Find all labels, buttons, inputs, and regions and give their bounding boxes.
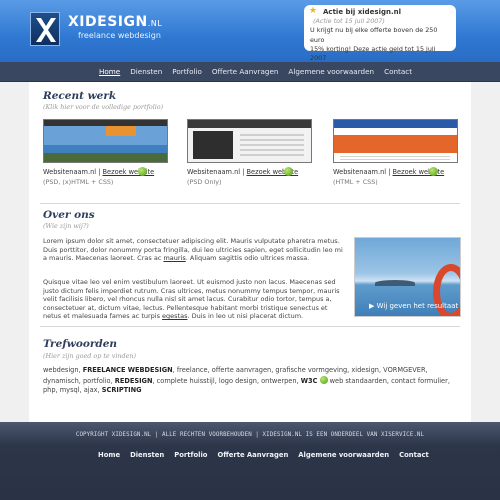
keywords-text: webdesign, FREELANCE WEBDESIGN, freelanc… bbox=[43, 366, 450, 395]
divider bbox=[40, 326, 460, 327]
about-title: Over ons bbox=[43, 209, 95, 221]
footer: COPYRIGHT XIDESIGN.NL | ALLE RECHTEN VOO… bbox=[0, 422, 500, 500]
content-panel: Recent werk (Klik hier voor de volledige… bbox=[29, 82, 471, 422]
go-icon[interactable] bbox=[138, 167, 147, 176]
footer-link-offerte[interactable]: Offerte Aanvragen bbox=[217, 451, 288, 459]
mauris-link[interactable]: mauris bbox=[163, 254, 185, 262]
about-paragraph-1: Lorem ipsum dolor sit amet, consectetuer… bbox=[43, 237, 343, 263]
footer-nav: Home Diensten Portfolio Offerte Aanvrage… bbox=[98, 451, 429, 459]
promo-title: Actie bij xidesign.nl bbox=[323, 8, 402, 16]
promo-line-1: U krijgt nu bij elke offerte boven de 25… bbox=[310, 26, 438, 44]
logo-icon[interactable] bbox=[30, 12, 60, 46]
go-icon[interactable] bbox=[284, 167, 293, 176]
promo-date: (Actie tot 15 juli 2007) bbox=[313, 17, 385, 26]
logo-title[interactable]: XIDESIGN.NL bbox=[68, 14, 162, 30]
nav-item-contact[interactable]: Contact bbox=[384, 67, 412, 76]
footer-link-voorwaarden[interactable]: Algemene voorwaarden bbox=[298, 451, 389, 459]
portfolio-caption-2: Websitenaam.nl | Bezoek website bbox=[187, 168, 299, 176]
nav-item-diensten[interactable]: Diensten bbox=[130, 67, 162, 76]
about-paragraph-2: Quisque vitae leo vel enim vestibulum la… bbox=[43, 278, 340, 321]
tags-title: Trefwoorden bbox=[43, 338, 118, 350]
nav-item-offerte[interactable]: Offerte Aanvragen bbox=[212, 67, 279, 76]
recent-subtitle[interactable]: (Klik hier voor de volledige portfolio) bbox=[43, 103, 163, 111]
portfolio-thumb-1[interactable] bbox=[43, 119, 168, 163]
portfolio-tech-1: (PSD, (x)HTML + CSS) bbox=[43, 178, 114, 186]
divider bbox=[40, 203, 460, 204]
logo-tagline: freelance webdesign bbox=[78, 31, 161, 40]
footer-link-home[interactable]: Home bbox=[98, 451, 120, 459]
nav-item-portfolio[interactable]: Portfolio bbox=[172, 67, 202, 76]
nav-item-voorwaarden[interactable]: Algemene voorwaarden bbox=[288, 67, 374, 76]
portfolio-tech-3: (HTML + CSS) bbox=[333, 178, 378, 186]
go-icon[interactable] bbox=[429, 167, 438, 176]
copyright-text: COPYRIGHT XIDESIGN.NL | ALLE RECHTEN VOO… bbox=[75, 432, 425, 438]
recent-title: Recent werk bbox=[43, 90, 117, 102]
star-icon: ★ bbox=[309, 6, 318, 16]
portfolio-tech-2: (PSD Only) bbox=[187, 178, 222, 186]
portfolio-thumb-2[interactable] bbox=[187, 119, 312, 163]
egestas-link[interactable]: egestas bbox=[162, 312, 187, 320]
portfolio-thumb-3[interactable] bbox=[333, 119, 458, 163]
nav-item-home[interactable]: Home bbox=[99, 67, 120, 76]
about-photo: ▶ Wij geven het resultaat bbox=[354, 237, 461, 317]
main-nav: Home Diensten Portfolio Offerte Aanvrage… bbox=[0, 62, 500, 82]
footer-link-portfolio[interactable]: Portfolio bbox=[174, 451, 207, 459]
header: XIDESIGN.NL freelance webdesign ★ Actie … bbox=[0, 0, 500, 62]
footer-link-contact[interactable]: Contact bbox=[399, 451, 429, 459]
w3c-icon bbox=[319, 375, 328, 384]
tags-subtitle: (Hier zijn goed op te vinden) bbox=[43, 352, 136, 360]
footer-link-diensten[interactable]: Diensten bbox=[130, 451, 164, 459]
promo-line-2: 15% korting! Deze actie geld tot 15 juli… bbox=[310, 44, 436, 63]
portfolio-caption-3: Websitenaam.nl | Bezoek website bbox=[333, 168, 445, 176]
photo-caption: ▶ Wij geven het resultaat bbox=[369, 302, 459, 310]
about-subtitle: (Wie zijn wij?) bbox=[43, 222, 89, 230]
promo-box: ★ Actie bij xidesign.nl (Actie tot 15 ju… bbox=[304, 5, 456, 62]
